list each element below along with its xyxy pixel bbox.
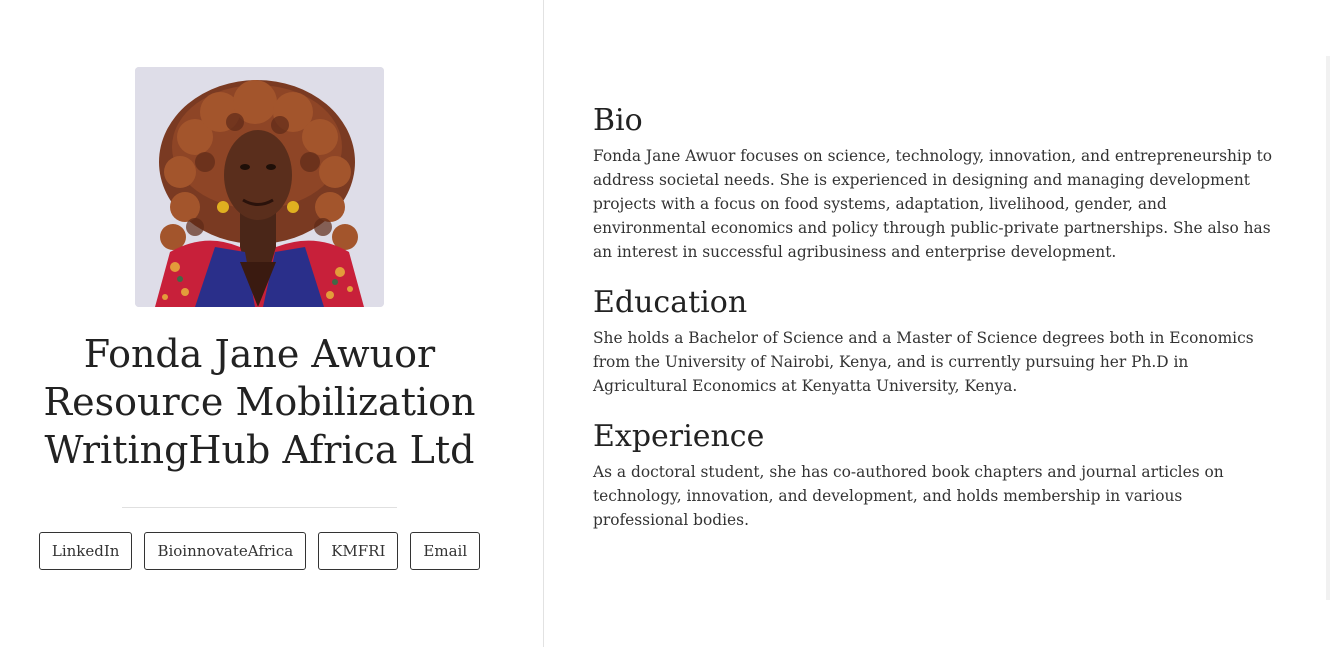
details-panel: Bio Fonda Jane Awuor focuses on science,… (545, 0, 1330, 647)
linkedin-link-button[interactable]: LinkedIn (38, 532, 133, 570)
profile-organization: WritingHub Africa Ltd (44, 428, 475, 472)
profile-links: LinkedIn BioinnovateAfrica KMFRI Email (0, 532, 519, 570)
kmfri-link-button[interactable]: KMFRI (318, 532, 399, 570)
details-content: Bio Fonda Jane Awuor focuses on science,… (593, 100, 1273, 550)
experience-heading: Experience (593, 419, 765, 454)
profile-heading: Fonda Jane Awuor Resource Mobilization W… (0, 330, 519, 474)
email-link-button[interactable]: Email (410, 532, 481, 570)
profile-panel: Fonda Jane Awuor Resource Mobilization W… (0, 0, 544, 647)
education-text: She holds a Bachelor of Science and a Ma… (593, 329, 1254, 395)
education-heading: Education (593, 285, 748, 320)
bio-heading: Bio (593, 103, 643, 138)
profile-name: Fonda Jane Awuor (83, 332, 436, 376)
scrollbar[interactable] (1326, 56, 1330, 600)
profile-photo (135, 67, 384, 307)
experience-text: As a doctoral student, she has co-author… (593, 463, 1224, 529)
bioinnovateafrica-link-button[interactable]: BioinnovateAfrica (144, 532, 307, 570)
bio-text: Fonda Jane Awuor focuses on science, tec… (593, 147, 1273, 261)
divider (122, 507, 397, 508)
page: Fonda Jane Awuor Resource Mobilization W… (0, 0, 1330, 647)
profile-role: Resource Mobilization (43, 380, 476, 424)
